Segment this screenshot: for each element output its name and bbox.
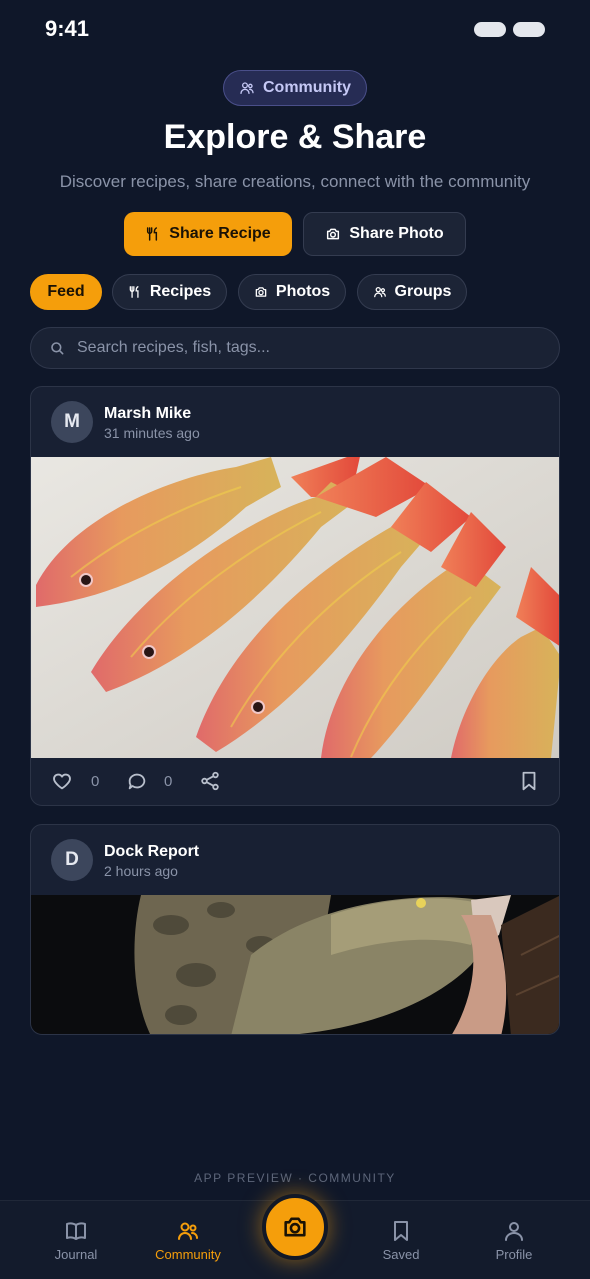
camera-icon bbox=[327, 228, 340, 240]
battery-indicator bbox=[513, 22, 545, 37]
tab-journal-label: Journal bbox=[54, 1247, 98, 1262]
camera-icon bbox=[255, 287, 267, 297]
preview-label: APP PREVIEW · COMMUNITY bbox=[194, 1171, 396, 1185]
users-icon bbox=[240, 82, 254, 94]
bookmark-icon bbox=[394, 1221, 408, 1241]
tab-photos[interactable]: Photos bbox=[238, 274, 346, 310]
fish-catch-image bbox=[31, 895, 559, 1034]
avatar[interactable]: M bbox=[51, 401, 93, 443]
like-count: 0 bbox=[91, 773, 100, 790]
tab-groups-label: Groups bbox=[394, 283, 452, 300]
tab-community[interactable]: Community bbox=[138, 1219, 238, 1262]
share-photo-label: Share Photo bbox=[349, 225, 444, 242]
share-photo-button[interactable]: Share Photo bbox=[303, 212, 466, 256]
badge-label: Community bbox=[263, 79, 351, 96]
book-icon bbox=[66, 1222, 86, 1240]
like-button[interactable] bbox=[51, 770, 73, 792]
post-card: D Dock Report 2 hours ago bbox=[30, 824, 560, 1035]
page-subtitle: Discover recipes, share creations, conne… bbox=[59, 172, 531, 191]
camera-icon bbox=[284, 1217, 306, 1237]
bookmark-button[interactable] bbox=[518, 770, 540, 792]
share-recipe-button[interactable]: Share Recipe bbox=[124, 212, 292, 256]
fish-photo-image bbox=[31, 457, 559, 758]
user-icon bbox=[505, 1222, 523, 1241]
page-title: Explore & Share bbox=[163, 118, 427, 156]
search-bar bbox=[30, 327, 560, 369]
tab-profile-label: Profile bbox=[495, 1247, 533, 1262]
post-header: D Dock Report 2 hours ago bbox=[31, 825, 559, 895]
post-timestamp: 2 hours ago bbox=[104, 863, 178, 879]
tab-community-label: Community bbox=[155, 1247, 221, 1262]
share-button[interactable] bbox=[199, 770, 221, 792]
search-input[interactable] bbox=[77, 339, 559, 357]
post-card: M Marsh Mike 31 minutes ago 0 0 bbox=[30, 386, 560, 806]
tab-saved[interactable]: Saved bbox=[351, 1219, 451, 1262]
camera-capture-button[interactable] bbox=[262, 1194, 328, 1260]
users-icon bbox=[373, 286, 386, 298]
comment-icon bbox=[128, 773, 146, 790]
tab-feed-label: Feed bbox=[47, 283, 85, 300]
tab-saved-label: Saved bbox=[382, 1247, 420, 1262]
status-time: 9:41 bbox=[45, 16, 90, 41]
tab-photos-label: Photos bbox=[275, 283, 331, 300]
utensils-icon bbox=[129, 286, 139, 298]
comment-count: 0 bbox=[164, 773, 173, 790]
post-author[interactable]: Dock Report bbox=[104, 843, 199, 861]
tab-profile[interactable]: Profile bbox=[464, 1219, 564, 1262]
tab-recipes-label: Recipes bbox=[149, 283, 212, 300]
utensils-icon bbox=[147, 227, 158, 241]
community-badge: Community bbox=[223, 70, 367, 106]
users-icon bbox=[178, 1222, 198, 1240]
tab-groups[interactable]: Groups bbox=[357, 274, 467, 310]
post-header: M Marsh Mike 31 minutes ago bbox=[31, 387, 559, 457]
comment-button[interactable] bbox=[126, 770, 148, 792]
signal-indicator bbox=[474, 22, 506, 37]
tab-recipes[interactable]: Recipes bbox=[112, 274, 227, 310]
post-author[interactable]: Marsh Mike bbox=[104, 405, 191, 423]
share-icon bbox=[201, 771, 219, 791]
post-actions: 0 0 bbox=[31, 758, 559, 805]
share-recipe-label: Share Recipe bbox=[169, 225, 271, 242]
heart-icon bbox=[53, 773, 71, 790]
avatar[interactable]: D bbox=[51, 839, 93, 881]
post-photo[interactable] bbox=[31, 457, 559, 758]
tab-journal[interactable]: Journal bbox=[26, 1219, 126, 1262]
post-timestamp: 31 minutes ago bbox=[104, 425, 200, 441]
search-icon bbox=[51, 342, 64, 355]
bookmark-icon bbox=[522, 771, 536, 791]
tab-feed[interactable]: Feed bbox=[30, 274, 102, 310]
post-photo[interactable] bbox=[31, 895, 559, 1034]
